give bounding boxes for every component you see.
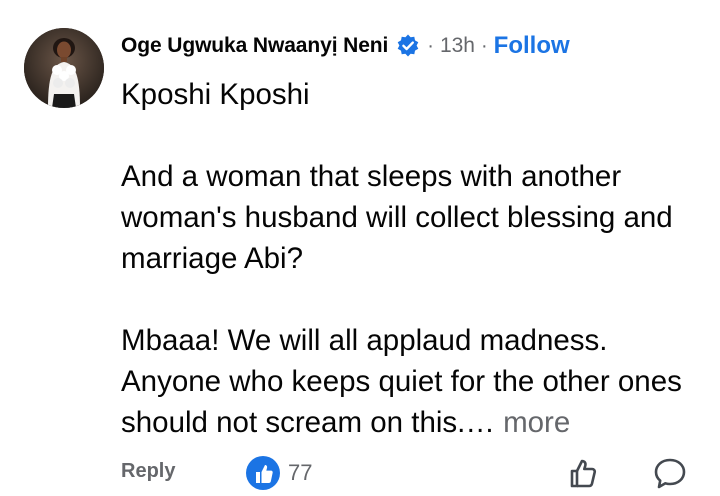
comment-line: Kposhi Kposhi: [121, 78, 310, 111]
comment-paragraph: Mbaaa! We will all applaud madness. Anyo…: [121, 320, 701, 443]
comment-actions: Reply 77: [0, 456, 720, 496]
separator: ·: [480, 34, 488, 57]
like-count[interactable]: 77: [288, 460, 312, 486]
follow-button[interactable]: Follow: [494, 32, 570, 60]
thumbs-up-icon: [246, 456, 280, 490]
timestamp[interactable]: 13h: [440, 34, 475, 58]
speech-bubble-icon[interactable]: [652, 456, 688, 490]
see-more-link[interactable]: more: [503, 406, 570, 439]
comment: Oge Ugwuka Nwaanyị Neni · 13h · Follow K…: [0, 0, 720, 490]
comment-header: Oge Ugwuka Nwaanyị Neni · 13h · Follow: [121, 30, 570, 62]
avatar[interactable]: [24, 28, 104, 108]
verified-badge-icon: [395, 33, 421, 59]
comment-text: Kposhi Kposhi And a woman that sleeps wi…: [121, 74, 701, 443]
comment-paragraph-text: Mbaaa! We will all applaud madness. Anyo…: [121, 324, 682, 439]
thumbs-up-outline-icon[interactable]: [566, 456, 600, 490]
comment-paragraph: And a woman that sleeps with another wom…: [121, 160, 673, 275]
profile-photo: [24, 28, 104, 108]
author-name[interactable]: Oge Ugwuka Nwaanyị Neni: [121, 34, 388, 58]
separator: ·: [427, 34, 434, 57]
